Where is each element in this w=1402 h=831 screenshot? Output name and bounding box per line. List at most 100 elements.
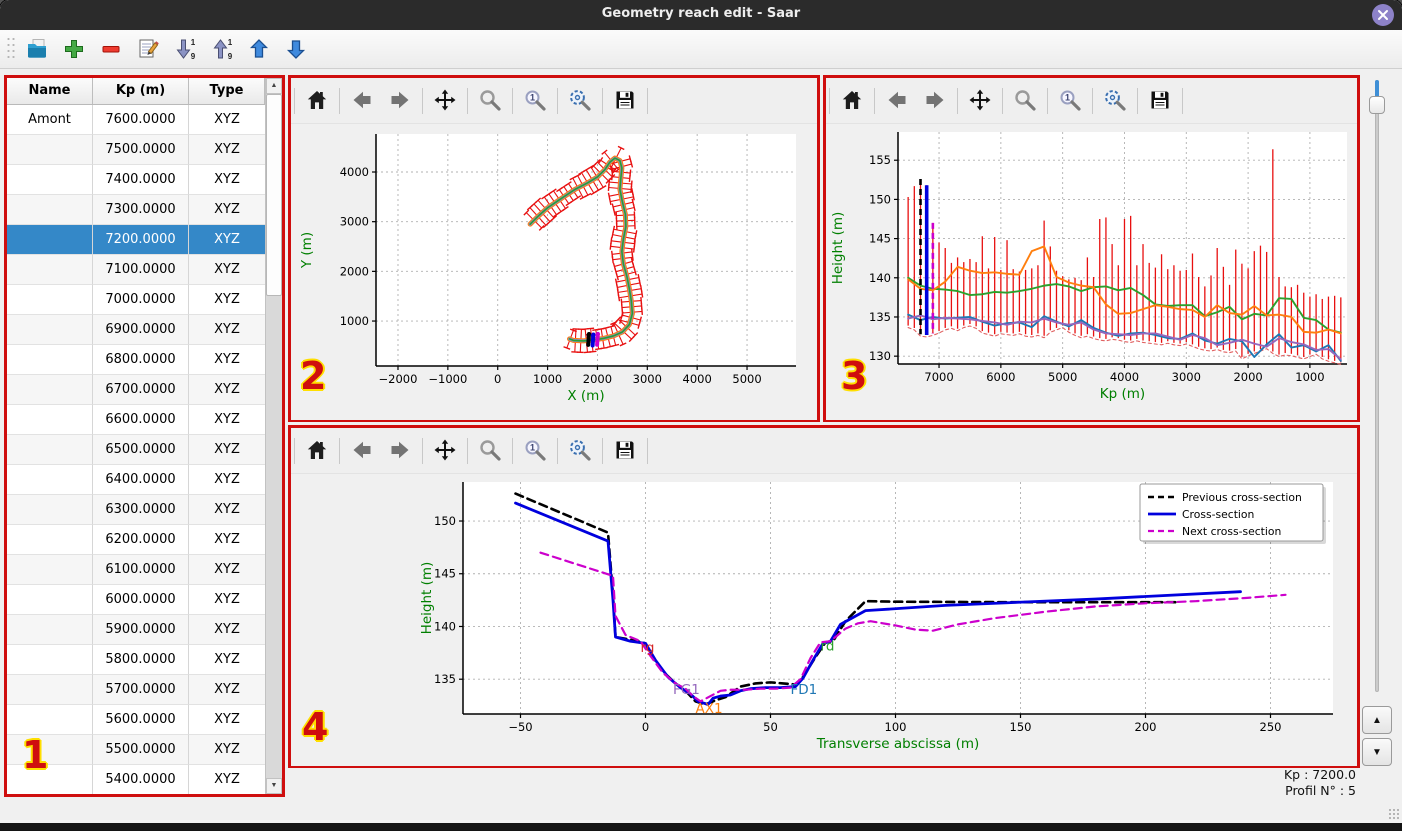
cell-type: XYZ (189, 525, 265, 555)
table-row[interactable]: 6900.0000 XYZ (7, 315, 265, 345)
close-button[interactable] (1372, 4, 1394, 26)
home-button[interactable] (302, 436, 332, 466)
cell-type: XYZ (189, 135, 265, 165)
toolbar-separator (512, 437, 513, 464)
back-button[interactable] (347, 86, 377, 116)
plan-view-chart[interactable]: −2000 −1000 0 1000 2000 3000 4000 5000 1000 2000 3… (291, 124, 817, 420)
svg-text:145: 145 (434, 567, 456, 581)
svg-text:135: 135 (869, 310, 891, 324)
cell-name (7, 615, 93, 645)
table-row[interactable]: 7000.0000 XYZ (7, 285, 265, 315)
zoom-fit-button[interactable] (565, 86, 595, 116)
sort-descending-icon: 19 (210, 37, 236, 61)
cell-type: XYZ (189, 735, 265, 765)
zoom-fit-button[interactable] (565, 436, 595, 466)
window-title: Geometry reach edit - Saar (601, 6, 801, 21)
zoom-one-button[interactable]: 1 (520, 436, 550, 466)
sort-ascending-button[interactable]: 19 (172, 35, 200, 63)
zoom-button[interactable] (475, 436, 505, 466)
profile-up-button[interactable]: ▲ (1362, 706, 1392, 734)
toolbar-separator (1137, 87, 1138, 114)
plan-view-panel: 1 −2000 −1000 0 1000 2000 3000 4000 5000 1000 200… (288, 75, 820, 422)
table-row[interactable]: 6800.0000 XYZ (7, 345, 265, 375)
svg-text:100: 100 (885, 720, 907, 734)
table-row[interactable]: 5700.0000 XYZ (7, 675, 265, 705)
pan-button[interactable] (430, 436, 460, 466)
table-row[interactable]: 6200.0000 XYZ (7, 525, 265, 555)
column-header-type[interactable]: Type (189, 78, 265, 104)
cell-name (7, 765, 93, 794)
pan-button[interactable] (965, 86, 995, 116)
home-button[interactable] (302, 86, 332, 116)
open-button[interactable] (24, 35, 52, 63)
scroll-up-button[interactable]: ▲ (266, 78, 282, 94)
move-down-button[interactable] (283, 35, 311, 63)
save-button[interactable] (1145, 86, 1175, 116)
zoom-button[interactable] (475, 86, 505, 116)
remove-button[interactable] (98, 35, 126, 63)
svg-text:4000: 4000 (340, 165, 369, 179)
table-row[interactable]: 6400.0000 XYZ (7, 465, 265, 495)
scrollbar-thumb[interactable] (266, 94, 282, 296)
table-row[interactable]: 7300.0000 XYZ (7, 195, 265, 225)
edit-button[interactable] (135, 35, 163, 63)
table-row[interactable]: 6700.0000 XYZ (7, 375, 265, 405)
titlebar[interactable]: Geometry reach edit - Saar (0, 0, 1402, 30)
forward-button[interactable] (920, 86, 950, 116)
cell-type: XYZ (189, 765, 265, 794)
table-row[interactable]: 6500.0000 XYZ (7, 435, 265, 465)
slider-handle[interactable] (1369, 96, 1385, 114)
toolbar-drag-handle[interactable] (6, 36, 16, 62)
zoom-fit-button[interactable] (1100, 86, 1130, 116)
table-row[interactable]: 5900.0000 XYZ (7, 615, 265, 645)
add-button[interactable] (61, 35, 89, 63)
table-row[interactable]: 7500.0000 XYZ (7, 135, 265, 165)
slider-groove (1375, 80, 1379, 692)
move-up-button[interactable] (246, 35, 274, 63)
cell-name (7, 555, 93, 585)
table-row[interactable]: 6300.0000 XYZ (7, 495, 265, 525)
forward-button[interactable] (385, 436, 415, 466)
zoom-button[interactable] (1010, 86, 1040, 116)
back-button[interactable] (347, 436, 377, 466)
svg-text:0: 0 (494, 372, 501, 386)
table-row[interactable]: 6100.0000 XYZ (7, 555, 265, 585)
cell-type: XYZ (189, 435, 265, 465)
cell-type: XYZ (189, 255, 265, 285)
svg-text:140: 140 (434, 619, 456, 633)
svg-text:155: 155 (869, 153, 891, 167)
table-row[interactable]: 5800.0000 XYZ (7, 645, 265, 675)
table-row[interactable]: 6000.0000 XYZ (7, 585, 265, 615)
cross-section-chart[interactable]: −50 0 50 100 150 200 250 135 140 145 150 Transverse… (291, 474, 1357, 766)
table-row[interactable]: 7100.0000 XYZ (7, 255, 265, 285)
table-row[interactable]: 7400.0000 XYZ (7, 165, 265, 195)
cell-kp: 6300.0000 (93, 495, 189, 525)
column-header-name[interactable]: Name (7, 78, 93, 104)
column-header-kp-m[interactable]: Kp (m) (93, 78, 189, 104)
pan-button[interactable] (430, 86, 460, 116)
save-button[interactable] (610, 436, 640, 466)
table-row[interactable]: 5600.0000 XYZ (7, 705, 265, 735)
home-button[interactable] (837, 86, 867, 116)
app-window: Geometry reach edit - Saar 19 19 Name Kp (… (0, 0, 1402, 831)
profile-down-button[interactable]: ▼ (1362, 738, 1392, 766)
forward-button[interactable] (385, 86, 415, 116)
table-row[interactable]: 6600.0000 XYZ (7, 405, 265, 435)
resize-grip[interactable] (1388, 808, 1400, 820)
table-row[interactable]: Amont 7600.0000 XYZ (7, 105, 265, 135)
profile-position-slider[interactable] (1369, 80, 1385, 692)
scroll-down-button[interactable]: ▼ (266, 778, 282, 794)
toolbar-separator (512, 87, 513, 114)
close-icon (1378, 10, 1388, 20)
svg-text:7000: 7000 (924, 370, 953, 384)
save-button[interactable] (610, 86, 640, 116)
table-scrollbar[interactable]: ▲ ▼ (265, 78, 282, 794)
svg-text:1: 1 (228, 38, 233, 47)
cell-kp: 7000.0000 (93, 285, 189, 315)
table-row-selected[interactable]: 7200.0000 XYZ (7, 225, 265, 255)
back-button[interactable] (882, 86, 912, 116)
zoom-one-button[interactable]: 1 (1055, 86, 1085, 116)
longitudinal-profile-chart[interactable]: 7000 6000 5000 4000 3000 2000 1000 130 135 140 145… (826, 124, 1357, 420)
zoom-one-button[interactable]: 1 (520, 86, 550, 116)
sort-descending-button[interactable]: 19 (209, 35, 237, 63)
